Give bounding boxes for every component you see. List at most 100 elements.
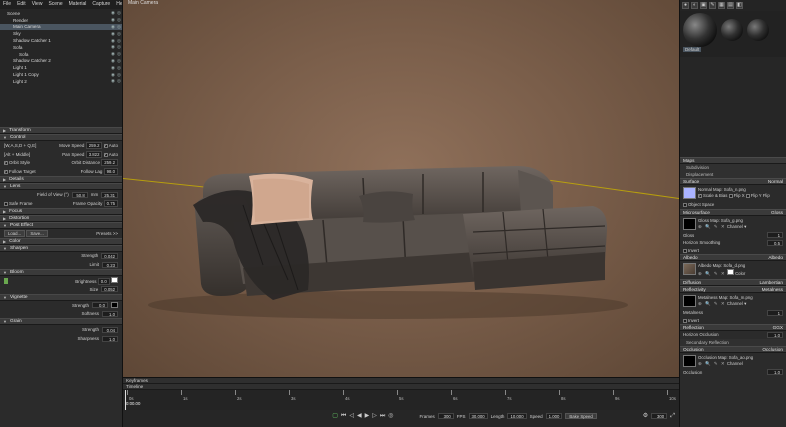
vignette-color-swatch[interactable]	[111, 302, 118, 309]
section-occlusion[interactable]: Occlusion Occlusion	[680, 345, 786, 353]
frames-field[interactable]: 300	[437, 413, 454, 419]
section-distortion[interactable]: ▶ Distortion	[0, 214, 122, 222]
section-microsurface[interactable]: Microsurface Gloss	[680, 208, 786, 216]
object-space-checkbox[interactable]	[683, 203, 687, 208]
section-vignette[interactable]: ▼ Vignette	[0, 293, 122, 301]
fps-field[interactable]: 30.000	[468, 413, 488, 419]
invert-checkbox[interactable]	[683, 248, 687, 253]
bloom-brightness-field[interactable]: 0.0	[97, 278, 110, 286]
menu-item-help[interactable]: Help	[116, 1, 122, 8]
section-reflectivity[interactable]: Reflectivity Metalness	[680, 286, 786, 293]
material-tool-icon[interactable]: ●	[682, 2, 689, 9]
secondary-reflection-row[interactable]: Secondary Reflection	[680, 338, 786, 346]
bloom-slider[interactable]	[4, 277, 8, 284]
record-icon[interactable]: ◎	[388, 413, 393, 419]
lock-icon[interactable]: ◎	[116, 51, 122, 57]
tree-item[interactable]: Sofa ◉ ◎	[0, 44, 122, 51]
scale-bias-checkbox[interactable]	[698, 193, 702, 198]
fov-field[interactable]: 50.8	[71, 191, 88, 198]
lock-icon[interactable]: ◎	[116, 24, 122, 30]
tree-item[interactable]: Shadow Catcher 2 ◉ ◎	[0, 58, 122, 65]
lock-icon[interactable]: ◎	[116, 58, 122, 64]
menu-item-material[interactable]: Material	[69, 1, 87, 8]
albedo-tools-icon[interactable]: ⊕ 🔍 ✎ ✕	[698, 271, 726, 276]
section-diffusion[interactable]: Diffusion Lambertian	[680, 279, 786, 286]
bloom-color-swatch[interactable]	[111, 277, 118, 284]
end-frame-field[interactable]: 300	[651, 413, 668, 419]
sharpen-strength-field[interactable]: 0.042	[101, 252, 118, 259]
section-color[interactable]: ▶ Color	[0, 237, 122, 245]
lock-icon[interactable]: ◎	[116, 10, 122, 16]
timeline-ruler[interactable]: 0:00.00 0s 1s 2s 3s 4s 5s 6s 7s 8s 9s 10s	[123, 390, 679, 410]
key-icon[interactable]: ⚙	[643, 413, 648, 419]
displacement-row[interactable]: Displacement	[680, 171, 786, 178]
chevron-down-icon[interactable]: ▾	[744, 301, 746, 306]
menu-item-scene[interactable]: Scene	[48, 1, 62, 8]
chevron-down-icon[interactable]: ▾	[744, 224, 746, 229]
flip-y-checkbox[interactable]	[745, 193, 750, 198]
playhead[interactable]	[125, 390, 126, 410]
play-icon[interactable]: ▶	[365, 413, 370, 419]
material-tool-icon[interactable]: ▤	[727, 2, 734, 9]
lock-icon[interactable]: ◎	[116, 38, 122, 44]
orbit-style-checkbox[interactable]	[4, 161, 8, 166]
step-back-icon[interactable]: ◁	[349, 413, 354, 419]
horizon-smoothing-field[interactable]: 0.5	[767, 239, 783, 246]
skip-start-icon[interactable]: ⏮	[341, 413, 346, 419]
occlusion-field[interactable]: 1.0	[767, 369, 783, 376]
length-field[interactable]: 10.000	[507, 413, 527, 419]
prev-frame-icon[interactable]: ◀	[357, 413, 362, 419]
flip-x-checkbox[interactable]	[728, 193, 733, 198]
material-tool-icon[interactable]: ◐	[691, 2, 698, 9]
section-focus[interactable]: ▶ Focus	[0, 207, 122, 215]
move-speed-field[interactable]: 259.2	[85, 141, 103, 149]
menu-item-view[interactable]: View	[32, 1, 43, 8]
material-tool-icon[interactable]: ▣	[700, 2, 707, 9]
vignette-softness-field[interactable]: 1.0	[102, 310, 118, 317]
next-frame-icon[interactable]: ▷	[372, 413, 377, 419]
tree-item[interactable]: Light 1 ◉ ◎	[0, 64, 122, 71]
grain-sharpness-field[interactable]: 1.0	[102, 335, 118, 342]
section-lens[interactable]: ▼ Lens	[0, 183, 122, 191]
material-ball-3[interactable]	[747, 19, 769, 41]
metalness-tools-icon[interactable]: ⊕ 🔍 ✎ ✕	[698, 301, 726, 306]
orbit-distance-field[interactable]: 259.2	[101, 159, 118, 167]
lock-icon[interactable]: ◎	[116, 44, 122, 50]
horizon-occlusion-field[interactable]: 1.0	[767, 331, 783, 338]
metalness-map-thumb[interactable]	[683, 295, 696, 307]
lock-icon[interactable]: ◎	[116, 78, 122, 84]
occlusion-tools-icon[interactable]: ⊕ 🔍 ✎ ✕	[698, 361, 726, 366]
section-details[interactable]: ▶ Details	[0, 176, 122, 184]
vignette-strength-field[interactable]: 0.0	[92, 302, 108, 309]
mm-field[interactable]: 25.31	[101, 191, 118, 198]
section-grain[interactable]: ▼ Grain	[0, 318, 122, 326]
pan-speed-field[interactable]: 3.822	[85, 150, 103, 158]
tree-item[interactable]: Light 2 ◉ ◎	[0, 78, 122, 85]
section-sharpen[interactable]: ▼ Sharpen	[0, 244, 122, 252]
bake-speed-button[interactable]: Bake Speed	[565, 413, 597, 419]
material-ball-default[interactable]	[683, 13, 717, 47]
safe-frame-checkbox[interactable]	[4, 201, 8, 206]
section-albedo[interactable]: Albedo Albedo	[680, 254, 786, 261]
metalness-field[interactable]: 1	[767, 309, 783, 316]
material-ball-2[interactable]	[721, 19, 743, 41]
section-surface[interactable]: Surface Normal	[680, 178, 786, 185]
speed-field[interactable]: 1.000	[545, 413, 563, 419]
tree-item[interactable]: Render ◉ ◎	[0, 17, 122, 24]
bloom-size-field[interactable]: 0.052	[101, 286, 118, 293]
skip-end-icon[interactable]: ⏭	[380, 413, 385, 419]
section-reflection[interactable]: Reflection GGX	[680, 324, 786, 331]
tree-item[interactable]: Shadow Catcher 1 ◉ ◎	[0, 37, 122, 44]
lock-icon[interactable]: ◎	[116, 65, 122, 71]
sharpen-limit-field[interactable]: 0.23	[102, 261, 118, 268]
menu-item-file[interactable]: File	[3, 1, 11, 8]
pan-auto-checkbox[interactable]	[103, 152, 108, 157]
section-transform[interactable]: ▶ Transform	[0, 127, 122, 134]
tree-item[interactable]: Main Camera ◉ ◎	[0, 23, 122, 31]
normal-map-thumb[interactable]	[683, 187, 696, 199]
gloss-field[interactable]: 1	[767, 232, 783, 239]
map-tools-icon[interactable]: ⊕ 🔍 ✎ ✕	[698, 224, 726, 229]
frame-opacity-field[interactable]: 0.75	[103, 199, 118, 207]
loop-icon[interactable]: ▢	[332, 413, 338, 419]
occlusion-map-thumb[interactable]	[683, 354, 696, 367]
